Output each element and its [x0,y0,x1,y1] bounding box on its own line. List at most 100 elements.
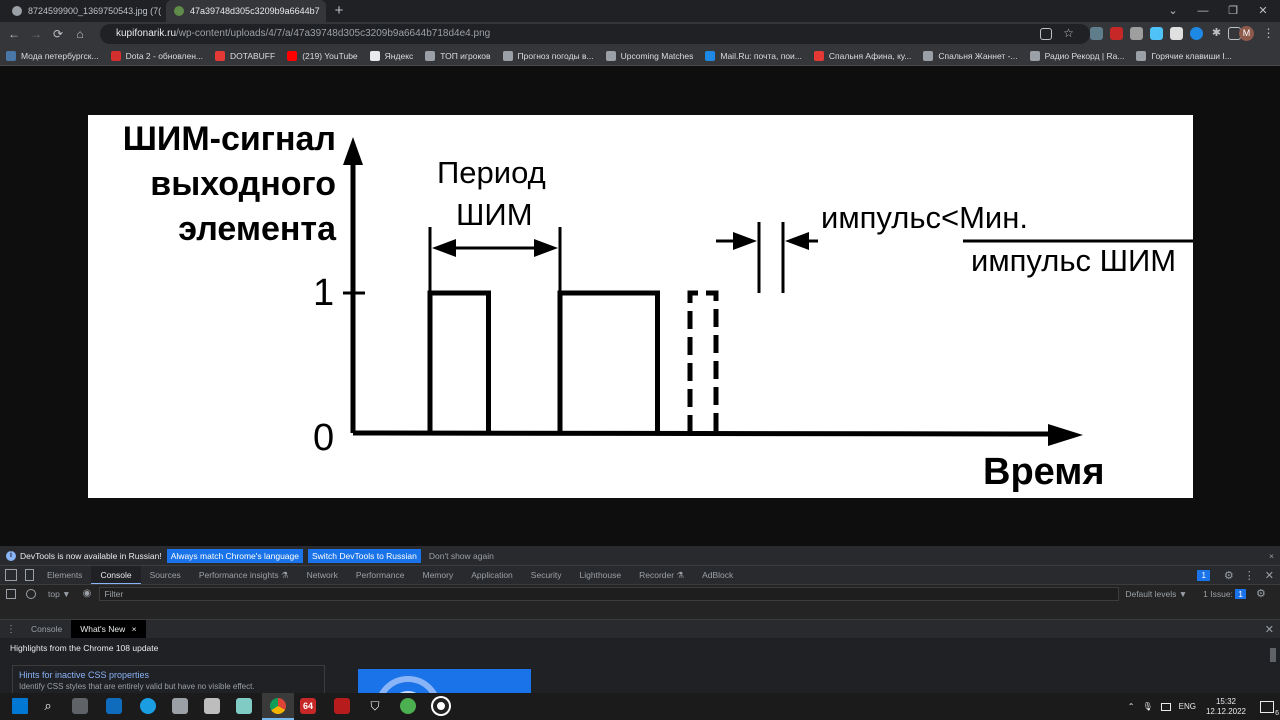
chrome-taskbar-button[interactable] [262,693,294,720]
microphone-icon[interactable]: 🎙 [1142,702,1152,711]
console-settings-gear-icon[interactable]: ⚙ [1256,587,1266,600]
language-indicator[interactable]: ENG [1179,702,1196,711]
browser-tab-2[interactable]: 47a39748d305c3209b9a6644b7 × [166,0,326,22]
switch-language-button[interactable]: Switch DevTools to Russian [308,548,421,563]
console-output[interactable] [0,602,1280,620]
bookmark-item[interactable]: Dota 2 - обновлен... [110,50,203,61]
extension-grid-icon[interactable] [1130,27,1143,40]
bookmark-item[interactable]: Спальня Афина, ку... [813,50,911,61]
back-button[interactable]: ← [5,25,23,43]
bookmark-star-icon[interactable]: ☆ [1062,27,1075,40]
devtools-tab-console[interactable]: Console [91,565,141,585]
tab-close-icon[interactable]: × [161,5,162,17]
windows-start-icon[interactable] [12,698,28,714]
drawer-tab-console[interactable]: Console [22,620,71,639]
search-icon[interactable]: ⌕ [40,698,56,714]
dont-show-again-button[interactable]: Don't show again [429,551,494,561]
devtools-tab-lighthouse[interactable]: Lighthouse [571,566,631,585]
close-drawer-icon[interactable]: ✕ [1265,623,1274,636]
device-toolbar-icon[interactable] [25,569,34,581]
address-bar[interactable]: kupifonarik.ru/wp-content/uploads/4/7/a/… [100,24,1090,44]
task-view-icon[interactable] [72,698,88,714]
minimize-icon[interactable]: — [1188,0,1218,22]
devtools-tab-sources[interactable]: Sources [141,566,190,585]
devtools-tab-performance-insights[interactable]: Performance insights ⚗ [190,566,298,585]
devtools-tab-security[interactable]: Security [522,566,571,585]
new-tab-button[interactable]: + [330,2,348,20]
tray-chevron-icon[interactable]: ⌃ [1128,702,1135,711]
drawer-tab-whats-new[interactable]: What's New × [71,619,146,639]
bookmark-item[interactable]: Mail.Ru: почта, пои... [705,50,802,61]
browser-tab-1[interactable]: 8724599900_1369750543.jpg (7( × [4,0,162,22]
extensions-puzzle-icon[interactable]: ✱ [1210,27,1223,40]
context-selector[interactable]: top ▼ [48,589,71,599]
bookmark-item[interactable]: (219) YouTube [287,50,358,61]
bookmark-item[interactable]: Радио Рекорд | Ra... [1029,50,1124,61]
shield-icon[interactable]: ⛉ [367,698,383,714]
drawer-tab-close-icon[interactable]: × [132,624,137,634]
messages-badge[interactable]: 1 [1197,569,1210,581]
restore-icon[interactable]: ❐ [1218,0,1248,22]
notification-icon[interactable]: 6 [1260,700,1279,717]
extension-red-icon[interactable] [1110,27,1123,40]
issues-link[interactable]: 1 Issue: 1 [1203,588,1247,599]
scrollbar-thumb[interactable] [1270,648,1276,662]
clock[interactable]: 15:32 12.12.2022 [1206,697,1246,717]
app-red-icon[interactable] [334,698,350,714]
tab-close-icon[interactable]: × [320,5,327,17]
bookmark-item[interactable]: ТОП игроков [425,50,491,61]
clear-console-icon[interactable] [26,588,36,599]
live-expression-eye-icon[interactable]: ◉ [83,588,92,599]
bookmark-item[interactable]: Горячие клавиши I... [1136,50,1232,61]
devtools-tab-elements[interactable]: Elements [38,566,91,585]
menu-kebab-icon[interactable]: ⋮ [1262,27,1275,40]
devtools-tab-performance[interactable]: Performance [347,566,414,585]
forward-button[interactable]: → [27,25,45,43]
bookmark-item[interactable]: Прогноз погоды в... [502,50,594,61]
inspect-element-icon[interactable] [5,569,17,581]
share-icon[interactable] [1040,28,1052,40]
infobar-close-icon[interactable]: × [1269,551,1274,561]
devtools-tab-memory[interactable]: Memory [414,566,463,585]
extension-list-icon[interactable] [1170,27,1183,40]
notification-count: 6 [1275,709,1279,717]
hint-card-title[interactable]: Hints for inactive CSS properties [19,670,149,680]
whats-new-title: Highlights from the Chrome 108 update [10,643,159,653]
sidebar-toggle-icon[interactable] [6,588,16,599]
extension-blue-icon[interactable] [1150,27,1163,40]
utorrent-icon[interactable] [400,698,416,714]
profile-avatar[interactable]: M [1239,26,1254,41]
app-64-icon[interactable]: 64 [300,698,316,714]
bookmark-favicon-icon [1029,50,1040,61]
extension-nl-icon[interactable] [1090,27,1103,40]
bookmark-item[interactable]: Upcoming Matches [605,50,693,61]
bookmark-item[interactable]: Спальня Жаннет -... [923,50,1018,61]
log-levels-dropdown[interactable]: Default levels ▼ [1125,589,1187,599]
settings-gear-icon[interactable]: ⚙ [1224,569,1234,582]
console-filter-input[interactable]: Filter [99,586,1120,601]
record-icon[interactable] [433,698,449,714]
match-language-button[interactable]: Always match Chrome's language [166,548,303,563]
app-icon-3[interactable] [236,698,252,714]
bookmark-item[interactable]: DOTABUFF [215,50,275,61]
mail-icon[interactable] [106,698,122,714]
hint-card[interactable]: Hints for inactive CSS properties Identi… [12,665,325,695]
reload-button[interactable]: ⟳ [49,25,67,43]
devtools-tab-application[interactable]: Application [462,566,522,585]
devtools-tab-adblock[interactable]: AdBlock [693,566,742,585]
close-window-icon[interactable]: ✕ [1248,0,1278,22]
network-icon[interactable] [1160,702,1171,711]
home-button[interactable]: ⌂ [71,25,89,43]
bookmark-item[interactable]: Мода петербургск... [6,50,99,61]
extension-circle-icon[interactable] [1190,27,1203,40]
close-devtools-icon[interactable]: ✕ [1265,569,1274,582]
devtools-tab-recorder[interactable]: Recorder ⚗ [630,566,693,585]
app-icon-1[interactable] [172,698,188,714]
drawer-menu-icon[interactable]: ⋮ [6,624,16,635]
app-icon-2[interactable] [204,698,220,714]
more-options-icon[interactable]: ⋮ [1244,569,1255,582]
bookmark-item[interactable]: Яндекс [369,50,413,61]
devtools-tab-network[interactable]: Network [298,566,347,585]
edge-icon[interactable] [140,698,156,714]
tab-search-icon[interactable]: ⌄ [1158,0,1188,22]
